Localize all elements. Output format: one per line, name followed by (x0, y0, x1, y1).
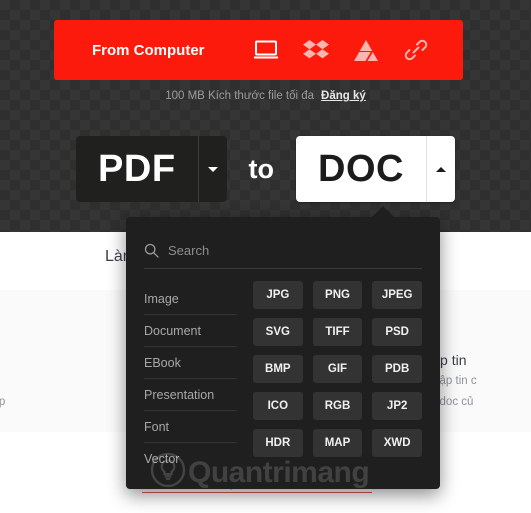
format-option[interactable]: ICO (253, 392, 303, 420)
computer-icon[interactable] (241, 20, 291, 80)
source-format-group[interactable]: PDF (76, 136, 227, 202)
max-file-size-note: 100 MB Kích thước file tối đa Đăng ký (0, 90, 531, 102)
category-item-font[interactable]: Font (144, 411, 237, 443)
format-option[interactable]: XWD (372, 429, 422, 457)
target-format-label[interactable]: DOC (296, 136, 426, 202)
background-left-title: lên (0, 352, 140, 368)
format-option[interactable]: JPEG (372, 281, 422, 309)
category-item-vector[interactable]: Vector (144, 443, 237, 474)
category-item-image[interactable]: Image (144, 283, 237, 315)
upload-source-icons (241, 20, 441, 80)
background-left-line1: nh, Google (0, 373, 140, 389)
chevron-down-icon (207, 166, 218, 172)
category-item-presentation[interactable]: Presentation (144, 379, 237, 411)
format-option[interactable]: SVG (253, 318, 303, 346)
format-option[interactable]: PDB (372, 355, 422, 383)
background-bottom-link-underline[interactable] (142, 492, 372, 493)
converter-page: Làm lên nh, Google cách kéo tập Tải tập … (0, 0, 531, 513)
format-dropdown-panel: Image Document EBook Presentation Font V… (126, 217, 440, 489)
format-category-list: Image Document EBook Presentation Font V… (144, 281, 237, 474)
target-format-group[interactable]: DOC (296, 136, 455, 202)
chevron-up-icon (435, 166, 446, 172)
format-option[interactable]: RGB (312, 392, 363, 420)
url-link-icon[interactable] (391, 20, 441, 80)
google-drive-icon[interactable] (341, 20, 391, 80)
upload-from-computer-label: From Computer (92, 41, 205, 59)
upload-bar[interactable]: From Computer (54, 20, 463, 80)
max-file-size-text: 100 MB Kích thước file tối đa (165, 90, 315, 102)
category-item-document[interactable]: Document (144, 315, 237, 347)
register-link[interactable]: Đăng ký (321, 90, 366, 102)
format-option[interactable]: MAP (312, 429, 363, 457)
background-left-line2: cách kéo tập (0, 396, 6, 408)
format-option[interactable]: GIF (312, 355, 363, 383)
category-item-ebook[interactable]: EBook (144, 347, 237, 379)
search-icon (144, 243, 159, 258)
format-option[interactable]: TIFF (312, 318, 363, 346)
format-option[interactable]: HDR (253, 429, 303, 457)
format-option[interactable]: PSD (372, 318, 422, 346)
format-dropdown-body: Image Document EBook Presentation Font V… (126, 269, 440, 474)
search-input[interactable] (168, 243, 422, 258)
format-option[interactable]: JPG (253, 281, 303, 309)
format-option[interactable]: PNG (312, 281, 363, 309)
dropdown-arrow (371, 206, 395, 218)
format-option[interactable]: BMP (253, 355, 303, 383)
dropbox-icon[interactable] (291, 20, 341, 80)
format-option[interactable]: JP2 (372, 392, 422, 420)
target-format-dropdown-toggle[interactable] (425, 136, 455, 202)
background-column-left: lên nh, Google cách kéo tập (0, 352, 140, 410)
converter-separator: to (248, 153, 275, 184)
format-options-grid: JPG PNG JPEG SVG TIFF PSD BMP GIF PDB IC… (253, 281, 422, 474)
source-format-dropdown-toggle[interactable] (197, 136, 227, 202)
format-search-row[interactable] (144, 233, 422, 269)
source-format-label[interactable]: PDF (76, 136, 198, 202)
format-converter-row: PDF to DOC (0, 136, 531, 202)
